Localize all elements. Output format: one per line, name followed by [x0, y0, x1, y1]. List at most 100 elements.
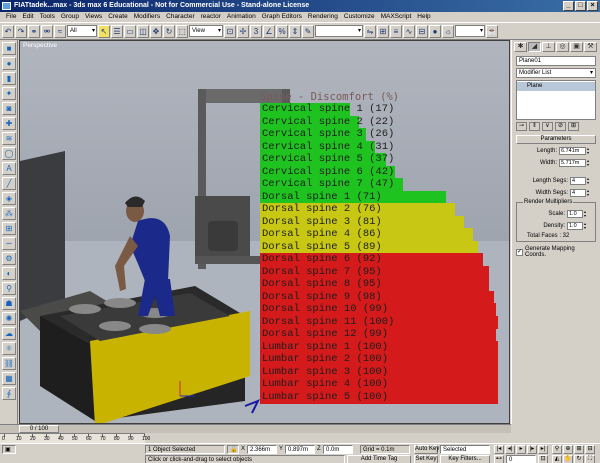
set-key-button[interactable]: Set Key — [414, 455, 438, 463]
create-box-icon[interactable]: ■ — [2, 42, 16, 55]
current-frame-field[interactable]: 0 — [506, 455, 536, 463]
create-sphere-icon[interactable]: ● — [2, 57, 16, 70]
redo-icon[interactable]: ↷ — [15, 24, 27, 38]
remove-modifier-icon[interactable]: ⊘ — [555, 122, 566, 131]
select-object-icon[interactable]: ↖ — [98, 24, 110, 38]
perspective-viewport[interactable]: Perspective Cervical spine 1 (17) Cervica… — [19, 40, 510, 424]
undo-icon[interactable]: ↶ — [2, 24, 14, 38]
morph-icon[interactable]: ◐ — [2, 267, 16, 280]
percent-snap-icon[interactable]: % — [276, 24, 288, 38]
nurbs-icon[interactable]: ∽ — [2, 237, 16, 250]
create-light-icon[interactable]: ✦ — [2, 87, 16, 100]
auto-key-button[interactable]: Auto Key — [414, 445, 439, 454]
bind-space-warp-icon[interactable]: ≈ — [54, 24, 66, 38]
modifier-list-dropdown[interactable]: Modifier List — [516, 68, 596, 78]
window-crossing-icon[interactable]: ◫ — [137, 24, 149, 38]
width-segs-input[interactable]: 4 — [570, 189, 586, 197]
create-camera-icon[interactable]: ◙ — [2, 102, 16, 115]
pivot-center-icon[interactable]: ⊡ — [224, 24, 236, 38]
menu-views[interactable]: Views — [82, 12, 105, 22]
menu-reactor[interactable]: reactor — [198, 12, 224, 22]
viewport-label[interactable]: Perspective — [23, 42, 57, 49]
x-coord-field[interactable]: 2.366m — [247, 445, 277, 454]
particle-system-icon[interactable]: ⁂ — [2, 207, 16, 220]
key-mode-toggle-icon[interactable]: ⊷ — [494, 455, 504, 463]
parameters-rollout-header[interactable]: Parameters — [516, 135, 596, 144]
stack-item-plane[interactable]: Plane — [517, 82, 595, 91]
zoom-icon[interactable]: ⚲ — [552, 445, 562, 454]
show-end-result-icon[interactable]: ‖ — [529, 122, 540, 131]
width-spinner-icon[interactable]: ▴ ▾ — [587, 159, 592, 167]
create-line-icon[interactable]: ╱ — [2, 177, 16, 190]
zoom-extents-all-icon[interactable]: ⊟ — [585, 445, 595, 454]
align-icon[interactable]: ⊞ — [377, 24, 389, 38]
menu-maxscript[interactable]: MAXScript — [378, 12, 415, 22]
maximize-button[interactable]: □ — [575, 1, 586, 11]
compound-object-icon[interactable]: ◈ — [2, 192, 16, 205]
orbit-icon[interactable]: ↻ — [574, 455, 584, 463]
object-name-field[interactable]: Plane01 — [516, 56, 596, 66]
zoom-extents-icon[interactable]: ⊞ — [574, 445, 584, 454]
width-input[interactable]: 5.717m — [559, 159, 586, 167]
scale-spinner-icon[interactable]: ▴ ▾ — [584, 210, 589, 218]
select-scale-icon[interactable]: ⬚ — [176, 24, 188, 38]
length-input[interactable]: 6.741m — [559, 147, 586, 155]
track-bar[interactable]: 0 10 20 30 40 50 60 70 80 90 100 — [0, 433, 150, 443]
manipulate-icon[interactable]: ✢ — [237, 24, 249, 38]
goto-end-icon[interactable]: ▸| — [538, 445, 548, 454]
previous-frame-icon[interactable]: ◂| — [505, 445, 515, 454]
generate-mapping-checkbox[interactable]: ✓ — [516, 248, 523, 256]
named-selection-set-dropdown[interactable] — [315, 25, 363, 37]
lock-selection-icon[interactable]: 🔒 — [227, 445, 239, 454]
create-spacewarp-icon[interactable]: ≋ — [2, 132, 16, 145]
time-slider[interactable]: 0 / 100 — [0, 424, 511, 433]
minimize-button[interactable]: _ — [563, 1, 574, 11]
create-cylinder-icon[interactable]: ▮ — [2, 72, 16, 85]
spinner-snap-icon[interactable]: ⇕ — [289, 24, 301, 38]
configure-sets-icon[interactable]: ⊞ — [568, 122, 579, 131]
cloth-icon[interactable]: ▦ — [2, 372, 16, 385]
time-slider-thumb[interactable]: 0 / 100 — [19, 425, 59, 433]
pan-icon[interactable]: ✋ — [563, 455, 573, 463]
menu-customize[interactable]: Customize — [341, 12, 378, 22]
menu-graph-editors[interactable]: Graph Editors — [259, 12, 305, 22]
length-spinner-icon[interactable]: ▴ ▾ — [587, 147, 592, 155]
create-text-icon[interactable]: A — [2, 162, 16, 175]
generate-mapping-row[interactable]: ✓ Generate Mapping Coords. — [516, 246, 596, 258]
key-filters-button[interactable]: Key Filters... — [440, 455, 490, 463]
menu-rendering[interactable]: Rendering — [305, 12, 341, 22]
render-effects-icon[interactable]: ✺ — [2, 312, 16, 325]
time-config-icon[interactable]: ⊡ — [538, 455, 548, 463]
hierarchy-tab-icon[interactable]: ⊥ — [542, 42, 555, 52]
density-input[interactable]: 1.0 — [567, 222, 583, 230]
length-segs-input[interactable]: 4 — [570, 177, 586, 185]
select-by-name-icon[interactable]: ☰ — [111, 24, 123, 38]
unlink-icon[interactable]: ⚮ — [41, 24, 53, 38]
zoom-all-icon[interactable]: ⊕ — [563, 445, 573, 454]
motion-tab-icon[interactable]: ◎ — [556, 42, 569, 52]
link-icon[interactable]: ⚭ — [28, 24, 40, 38]
maximize-viewport-icon[interactable]: ⛶ — [585, 455, 595, 463]
curve-editor-icon[interactable]: ∿ — [403, 24, 415, 38]
patch-grid-icon[interactable]: ⊞ — [2, 222, 16, 235]
edit-named-sel-icon[interactable]: ✎ — [302, 24, 314, 38]
reference-coord-dropdown[interactable]: View — [189, 25, 223, 37]
create-tab-icon[interactable]: ✱ — [514, 42, 527, 52]
key-selection-dropdown[interactable]: Selected — [440, 445, 490, 454]
dynamics-icon[interactable]: ⚙ — [2, 252, 16, 265]
modify-tab-icon[interactable]: ◢ — [528, 42, 541, 52]
max-listener-icon[interactable]: ▣ — [2, 445, 16, 454]
reactor-icon[interactable]: ⚛ — [2, 342, 16, 355]
render-scene-icon[interactable]: ☼ — [442, 24, 454, 38]
goto-start-icon[interactable]: |◂ — [494, 445, 504, 454]
menu-file[interactable]: File — [3, 12, 19, 22]
utilities-tab-icon[interactable]: ⚒ — [584, 42, 597, 52]
display-tab-icon[interactable]: ▣ — [570, 42, 583, 52]
next-frame-icon[interactable]: |▸ — [527, 445, 537, 454]
rope-icon[interactable]: ∮ — [2, 387, 16, 400]
create-shape-icon[interactable]: ◯ — [2, 147, 16, 160]
selection-filter-dropdown[interactable]: All — [67, 25, 97, 37]
field-of-view-icon[interactable]: ◭ — [552, 455, 562, 463]
angle-snap-icon[interactable]: ∠ — [263, 24, 275, 38]
menu-create[interactable]: Create — [105, 12, 131, 22]
